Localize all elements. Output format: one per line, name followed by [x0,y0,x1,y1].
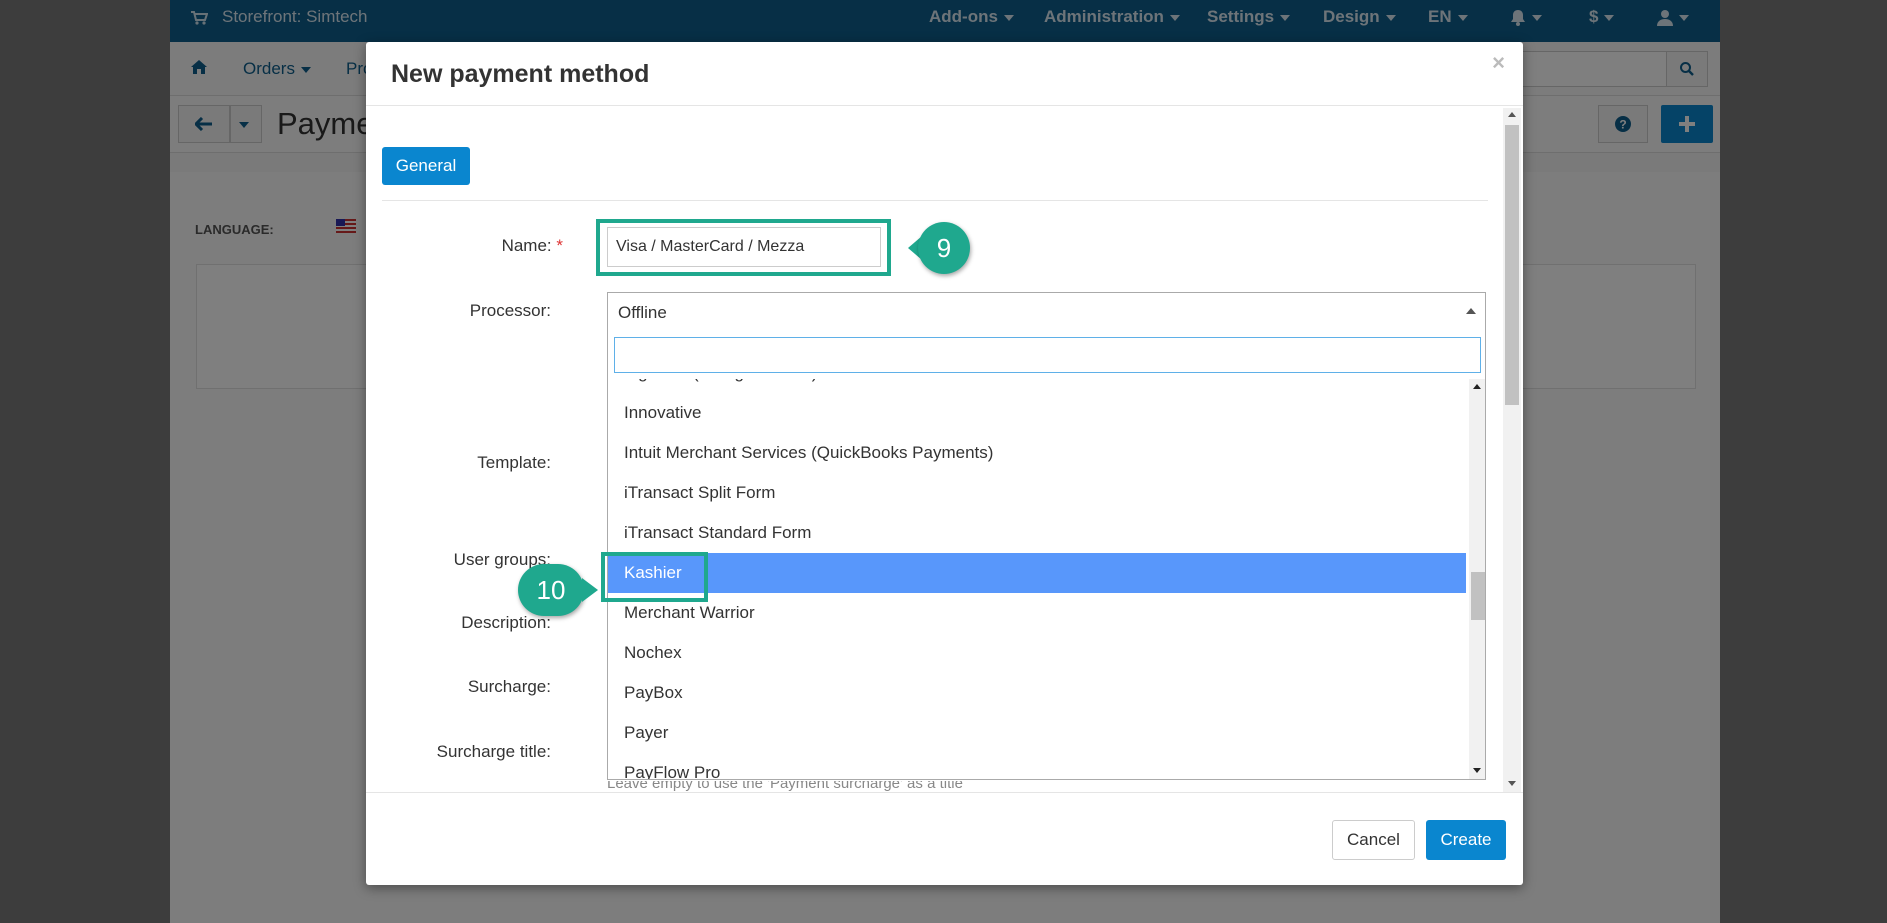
modal-scrollbar-thumb[interactable] [1505,125,1519,405]
processor-search-input[interactable] [614,337,1481,373]
surcharge-title-label: Surcharge title: [436,742,551,761]
surcharge-label: Surcharge: [467,677,551,696]
description-label: Description: [461,613,551,632]
option-nochex[interactable]: Nochex [608,633,1466,673]
close-icon[interactable]: × [1492,50,1505,76]
chevron-up-icon [1466,308,1476,314]
processor-options-list: Ingenico (ex Ogone Web) Innovative Intui… [608,379,1485,779]
highlight-box-name [596,219,891,276]
name-label-text: Name: [501,236,552,255]
option-payer[interactable]: Payer [608,713,1466,753]
dropdown-scrollbar[interactable] [1469,379,1485,779]
step-9-badge: 9 [918,222,970,274]
footer-divider [366,792,1523,793]
step-10-callout: 10 [518,564,606,616]
required-marker: * [556,236,563,255]
header-divider [366,105,1523,106]
processor-label: Processor: [469,301,551,320]
option-itransact-split[interactable]: iTransact Split Form [608,473,1466,513]
name-label: Name: * [446,236,563,256]
surcharge-title-hint-clip: Leave empty to use the 'Payment surcharg… [607,781,1467,792]
create-button[interactable]: Create [1426,820,1506,860]
option-kashier[interactable]: Kashier [608,553,1466,593]
step-9-callout: 9 [908,222,970,274]
step-10-pointer [582,578,598,602]
option-itransact-standard[interactable]: iTransact Standard Form [608,513,1466,553]
processor-selected-value: Offline [618,303,667,322]
processor-select[interactable]: Offline [607,292,1486,332]
option-ingenico[interactable]: Ingenico (ex Ogone Web) [608,379,1466,393]
option-paybox[interactable]: PayBox [608,673,1466,713]
dropdown-scroll-down-icon[interactable] [1473,768,1481,773]
scroll-up-arrow-icon[interactable] [1508,112,1516,117]
option-innovative[interactable]: Innovative [608,393,1466,433]
option-merchant-warrior[interactable]: Merchant Warrior [608,593,1466,633]
surcharge-title-hint: Leave empty to use the 'Payment surcharg… [607,781,963,792]
dropdown-scroll-up-icon[interactable] [1473,384,1481,389]
option-intuit[interactable]: Intuit Merchant Services (QuickBooks Pay… [608,433,1466,473]
new-payment-method-dialog: New payment method × General Name: * Pro… [366,42,1523,885]
cancel-button[interactable]: Cancel [1332,820,1415,860]
processor-dropdown: Ingenico (ex Ogone Web) Innovative Intui… [607,331,1486,780]
dropdown-scrollbar-thumb[interactable] [1471,572,1485,620]
modal-scrollbar[interactable] [1503,108,1521,792]
tab-divider [382,200,1488,201]
step-10-badge: 10 [518,564,584,616]
template-label: Template: [477,453,551,472]
highlight-box-kashier [601,552,708,602]
tab-general[interactable]: General [382,147,470,185]
option-payflow-pro[interactable]: PayFlow Pro [608,753,1466,779]
modal-title: New payment method [391,60,650,88]
scroll-down-arrow-icon[interactable] [1508,781,1516,786]
